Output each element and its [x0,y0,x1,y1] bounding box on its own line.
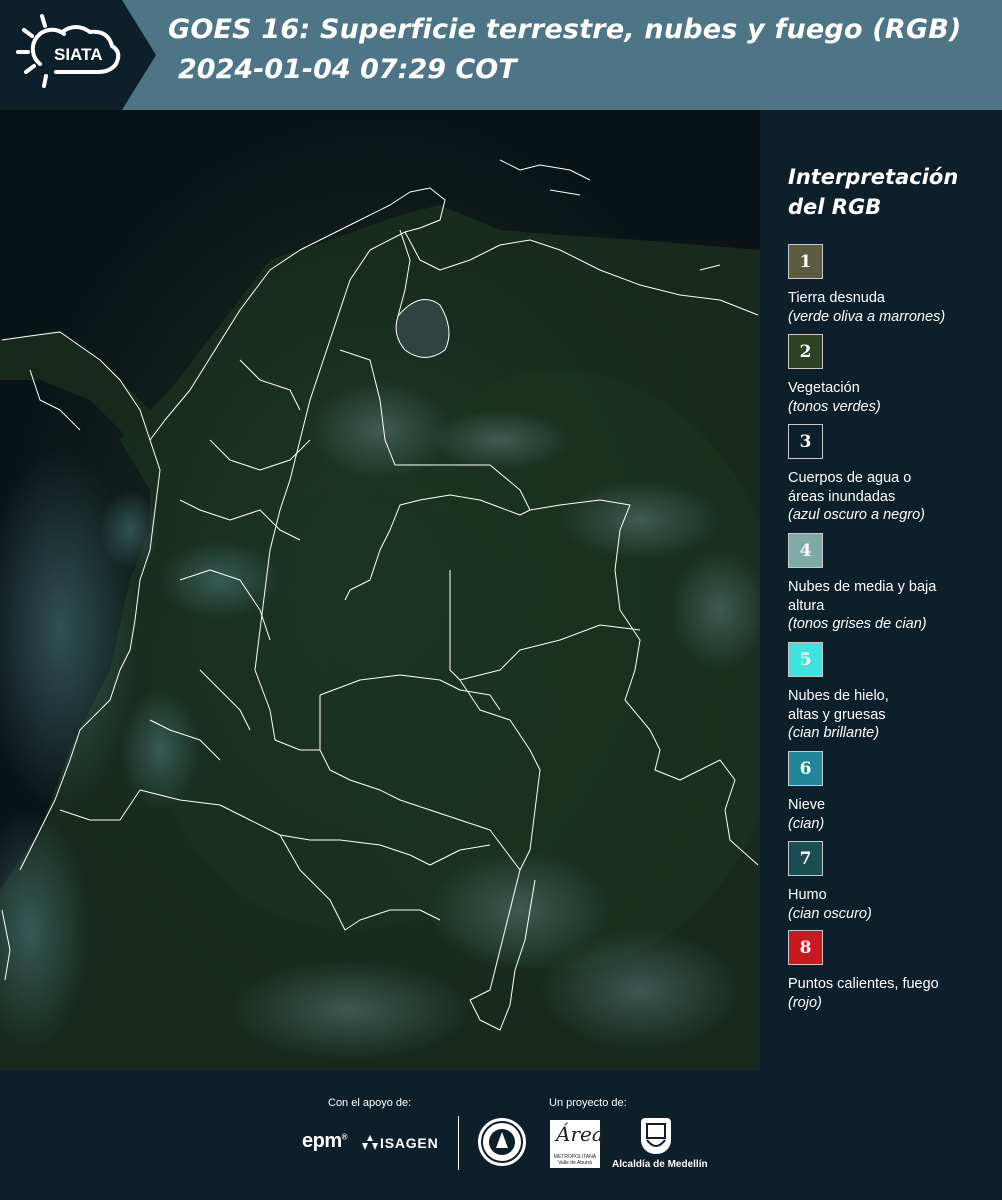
legend-label-7: Humo [788,887,827,903]
siata-logo: SIATA [0,0,160,110]
legend-sub-5: (cian brillante) [788,725,880,741]
university-seal-icon [478,1118,526,1166]
legend-sub-1: (verde oliva a marrones) [788,308,946,325]
legend-label-8: Puntos calientes, fuego [788,976,939,992]
legend-swatch-4: 4 [788,533,823,568]
rgb-legend: Interpretación del RGB 1 Tierra desnuda … [760,110,1002,1070]
legend-item-4: 4 Nubes de media y baja altura (tonos gr… [788,533,1002,634]
footer: Con el apoyo de: Un proyecto de: epm® IS… [0,1070,1002,1200]
siata-logo-text: SIATA [54,45,102,64]
legend-swatch-3: 3 [788,424,823,459]
legend-sub-3: (azul oscuro a negro) [788,507,926,523]
epm-logo-text: epm [302,1130,342,1152]
footer-divider [458,1116,459,1170]
area-metropolitana-text: METROPOLITANA Valle de Aburrá [553,1154,597,1166]
legend-item-8: 8 Puntos calientes, fuego (rojo) [788,930,1002,1012]
legend-label-5: Nubes de hielo, altas y gruesas [788,688,889,723]
epm-logo: epm® [302,1130,348,1152]
satellite-map [0,110,760,1070]
legend-sub-8: (rojo) [788,994,822,1011]
legend-label-1: Tierra desnuda [788,290,885,306]
legend-swatch-2: 2 [788,334,823,369]
legend-label-2: Vegetación [788,380,860,396]
legend-item-5: 5 Nubes de hielo, altas y gruesas (cian … [788,642,1002,743]
legend-label-6: Nieve [788,797,826,813]
isagen-icon [362,1135,378,1150]
legend-sub-6: (cian) [788,815,825,832]
legend-swatch-6: 6 [788,751,823,786]
medellin-logo-text: Alcaldía de Medellín [612,1159,708,1170]
legend-title: Interpretación del RGB [788,165,959,219]
legend-item-7: 7 Humo (cian oscuro) [788,841,1002,923]
legend-swatch-8: 8 [788,930,823,965]
support-label: Con el apoyo de: [328,1097,412,1109]
legend-swatch-5: 5 [788,642,823,677]
legend-item-6: 6 Nieve (cian) [788,751,1002,833]
page-title: GOES 16: Superficie terrestre, nubes y f… [168,14,962,45]
legend-sub-4: (tonos grises de cian) [788,616,927,632]
legend-swatch-7: 7 [788,841,823,876]
legend-item-1: 1 Tierra desnuda (verde oliva a marrones… [788,244,1002,326]
legend-sub-2: (tonos verdes) [788,398,881,415]
area-metropolitana-script: Área [556,1122,604,1146]
legend-swatch-1: 1 [788,244,823,279]
header-bar: SIATA GOES 16: Superficie terrestre, nub… [0,0,1002,110]
legend-item-3: 3 Cuerpos de agua o áreas inundadas (azu… [788,424,1002,525]
project-label: Un proyecto de: [549,1097,627,1109]
medellin-shield-icon [641,1118,671,1154]
timestamp: 2024-01-04 07:29 COT [178,54,517,85]
legend-item-2: 2 Vegetación (tonos verdes) [788,334,1002,416]
legend-label-4: Nubes de media y baja altura [788,579,937,614]
legend-label-3: Cuerpos de agua o áreas inundadas [788,470,912,505]
legend-sub-7: (cian oscuro) [788,905,872,922]
isagen-logo: ISAGEN [380,1135,439,1151]
